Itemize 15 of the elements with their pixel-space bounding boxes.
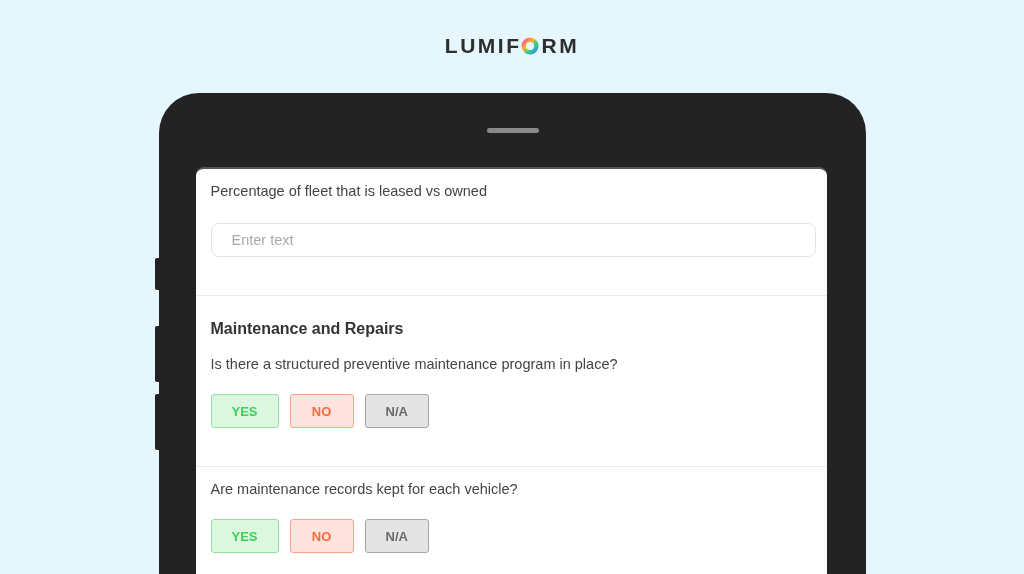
section-heading: Maintenance and Repairs xyxy=(210,320,405,338)
answer-button[interactable]: NO xyxy=(289,394,354,428)
answer-button[interactable]: N/A xyxy=(364,394,429,428)
home-indicator xyxy=(486,128,539,133)
question-text: Are maintenance records kept for each vehicle? xyxy=(210,481,519,497)
question-text: Is there a structured preventive maintenance program in place? xyxy=(210,356,619,372)
answer-button[interactable]: YES xyxy=(210,519,279,553)
answer-button[interactable]: YES xyxy=(210,394,279,428)
rainbow-ring-icon xyxy=(521,36,540,55)
logo-text: RM xyxy=(541,33,580,58)
text-field[interactable]: Enter text xyxy=(210,223,816,257)
answer-button[interactable]: NO xyxy=(289,519,354,553)
question-text: Percentage of fleet that is leased vs owned xyxy=(210,183,488,199)
logo-text: LUMIF xyxy=(444,33,522,58)
answer-button[interactable]: N/A xyxy=(364,519,429,553)
